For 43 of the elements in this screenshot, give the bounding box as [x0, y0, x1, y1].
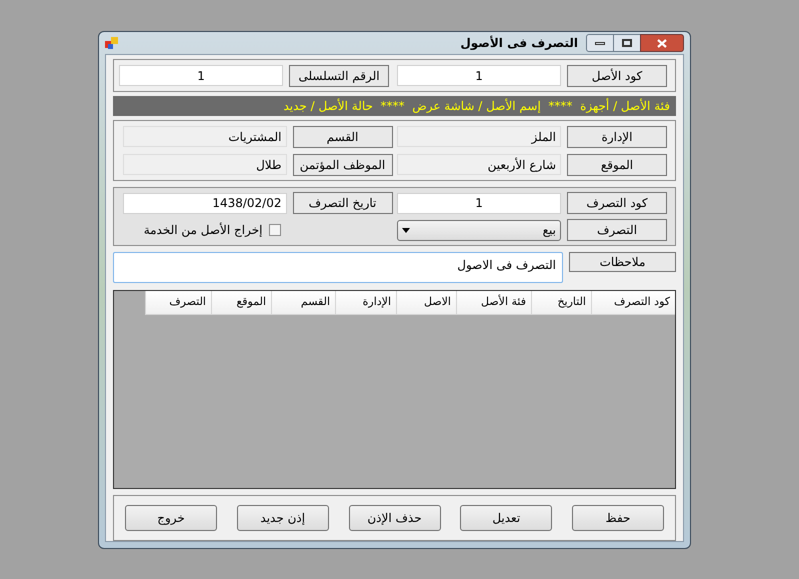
field-label: الموظف المؤتمن — [292, 154, 392, 176]
maximize-button[interactable] — [614, 34, 640, 52]
column-header[interactable]: الإدارة — [335, 291, 396, 315]
field-label: الموقع — [567, 154, 667, 176]
column-header[interactable]: القسم — [271, 291, 335, 315]
input-field[interactable]: 1 — [119, 65, 283, 86]
input-field[interactable]: 1 — [397, 192, 561, 214]
field-label: القسم — [292, 126, 392, 148]
dropdown-caret-icon — [402, 228, 410, 232]
action-button[interactable]: خروج — [125, 505, 217, 531]
checkbox-label: إخراج الأصل من الخدمة — [144, 222, 262, 239]
field-label: الرقم التسلسلى — [289, 64, 389, 86]
field-label: كود الأصل — [567, 64, 667, 86]
input-field[interactable]: 1438/02/02 — [122, 192, 286, 214]
column-header[interactable]: الموقع — [211, 291, 271, 315]
checkbox[interactable] — [268, 224, 280, 236]
notes-field[interactable]: التصرف فى الاصول — [113, 252, 563, 283]
column-header[interactable]: التصرف — [145, 291, 211, 315]
input-field[interactable]: 1 — [397, 65, 561, 86]
action-button[interactable]: تعديل — [460, 505, 552, 531]
dropdown[interactable]: بيع — [397, 220, 561, 240]
close-icon — [657, 38, 667, 48]
window-title: التصرف فى الأصول — [460, 34, 578, 52]
field-label: التصرف — [567, 219, 667, 241]
minimize-button[interactable] — [586, 34, 614, 52]
column-header[interactable]: التاريخ — [531, 291, 591, 315]
column-header[interactable]: الاصل — [396, 291, 456, 315]
action-button[interactable]: حذف الإذن — [348, 505, 440, 531]
field-label: ملاحظات — [569, 252, 676, 272]
app-icon — [105, 36, 119, 50]
input-field[interactable]: طلال — [122, 154, 286, 175]
close-button[interactable] — [640, 34, 684, 52]
action-button[interactable]: حفظ — [572, 505, 664, 531]
field-label: الإدارة — [567, 126, 667, 148]
column-header[interactable]: كود التصرف — [591, 291, 675, 315]
input-field[interactable]: المشتريات — [122, 126, 286, 147]
field-label: كود التصرف — [567, 192, 667, 214]
input-field[interactable]: شارع الأربعين — [397, 154, 561, 175]
info-banner: فئة الأصل / أجهزة **** إسم الأصل / شاشة عرض **** حالة الأصل / جديد — [113, 96, 676, 116]
column-header[interactable]: فئة الأصل — [456, 291, 531, 315]
input-field[interactable]: الملز — [397, 126, 561, 147]
action-button[interactable]: إذن جديد — [236, 505, 329, 531]
field-label: تاريخ التصرف — [292, 192, 392, 214]
